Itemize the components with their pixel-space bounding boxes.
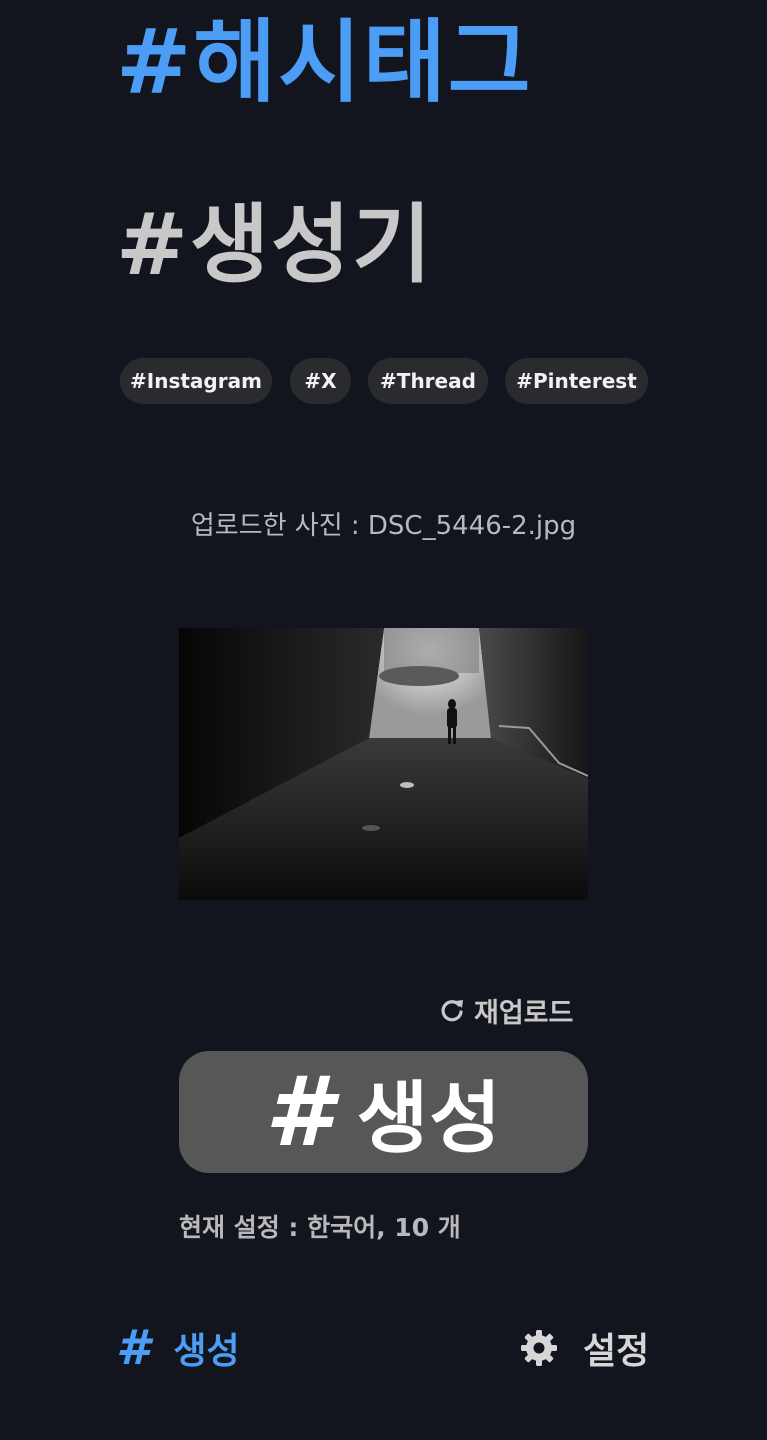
- generate-button[interactable]: # 생성: [179, 1051, 588, 1173]
- app-title-line2: #생성기: [116, 195, 434, 295]
- uploaded-photo-label: 업로드한 사진 : DSC_5446-2.jpg: [190, 511, 577, 541]
- current-settings-text: 현재 설정 : 한국어, 10 개: [179, 1213, 461, 1242]
- hash-icon: #: [264, 1056, 333, 1168]
- generate-button-label: 생성: [356, 1074, 503, 1164]
- gear-icon: [521, 1330, 557, 1366]
- chip-pinterest[interactable]: #Pinterest: [505, 358, 648, 404]
- chip-thread[interactable]: #Thread: [368, 358, 488, 404]
- nav-generate-label: 생성: [173, 1331, 240, 1372]
- nav-settings-label: 설정: [583, 1331, 650, 1372]
- uploaded-photo: [179, 628, 588, 900]
- reupload-button[interactable]: 재업로드: [438, 990, 573, 1030]
- platform-chips: #Instagram #X #Thread #Pinterest: [0, 358, 767, 404]
- nav-tab-settings[interactable]: 설정: [519, 1318, 649, 1378]
- reload-icon: [441, 1000, 463, 1022]
- hash-icon: #: [116, 1320, 150, 1376]
- nav-tab-generate[interactable]: # 생성: [116, 1318, 240, 1378]
- reupload-label: 재업로드: [474, 997, 574, 1029]
- chip-instagram[interactable]: #Instagram: [120, 358, 272, 404]
- app-title-line1: #해시태그: [116, 10, 533, 115]
- chip-x[interactable]: #X: [290, 358, 351, 404]
